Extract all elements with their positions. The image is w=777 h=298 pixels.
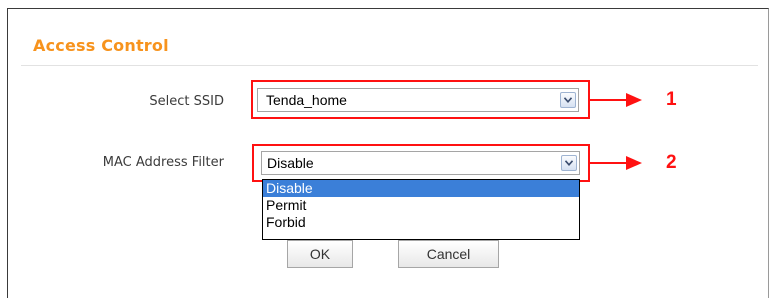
cancel-button[interactable]: Cancel: [398, 240, 499, 268]
arrow-right-icon: [590, 156, 642, 170]
title-divider: [21, 65, 758, 66]
page-title: Access Control: [33, 36, 169, 55]
ok-button[interactable]: OK: [287, 240, 353, 268]
mac-filter-label: MAC Address Filter: [102, 155, 224, 170]
ssid-label: Select SSID: [149, 94, 224, 109]
highlight-box-mac-filter: [252, 144, 590, 182]
callout-number-2: 2: [666, 152, 677, 173]
option-forbid[interactable]: Forbid: [263, 214, 579, 231]
option-permit[interactable]: Permit: [263, 197, 579, 214]
option-disable[interactable]: Disable: [263, 180, 579, 197]
arrow-right-icon: [590, 93, 642, 107]
callout-number-1: 1: [666, 89, 677, 110]
mac-filter-options-list[interactable]: Disable Permit Forbid: [262, 179, 580, 240]
highlight-box-ssid: [251, 80, 590, 119]
